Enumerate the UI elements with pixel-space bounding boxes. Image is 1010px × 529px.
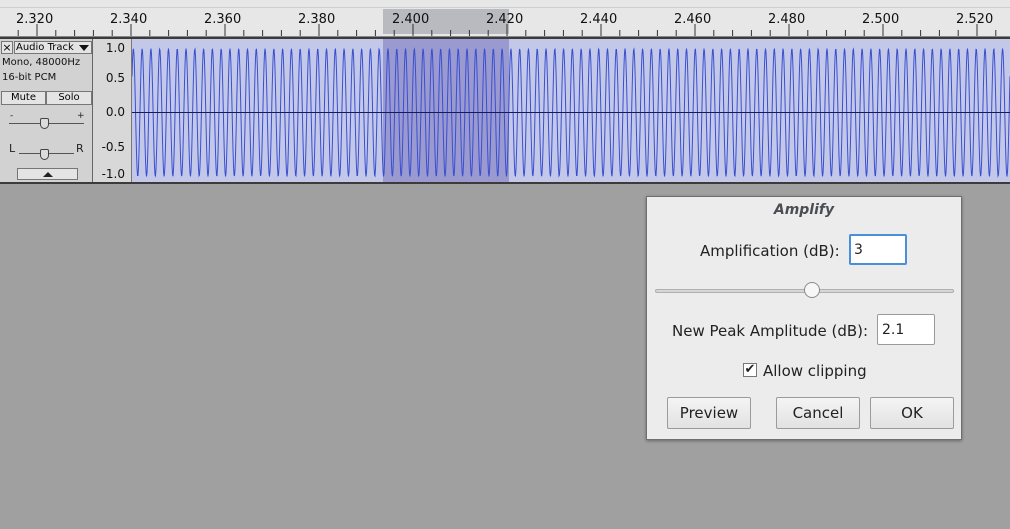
waveform-area[interactable] [132,39,1010,182]
new-peak-label: New Peak Amplitude (dB): [672,322,869,340]
amplitude-label: 0.0 [105,105,125,119]
pan-right-label: R [76,142,84,155]
gain-slider-thumb[interactable] [40,118,49,129]
track-name-label: Audio Track [16,42,74,53]
amplification-slider-thumb[interactable] [804,282,820,298]
cancel-button[interactable]: Cancel [776,397,860,429]
amplitude-label: 1.0 [105,41,125,55]
chevron-down-icon [79,45,89,51]
amplitude-label: -1.0 [101,167,125,181]
timeline-ruler[interactable]: 2.320 2.340 2.360 2.380 2.400 2.420 2.44… [0,0,1010,37]
pan-left-label: L [9,142,16,155]
amplification-label: Amplification (dB): [700,242,840,260]
chevron-up-icon [43,172,53,177]
amplitude-label: 0.5 [105,71,125,85]
preview-button[interactable]: Preview [667,397,751,429]
audio-track: × Audio Track Mono, 48000Hz 16-bit PCM M… [0,37,1010,184]
track-bit-depth: 16-bit PCM [2,72,57,83]
amplification-input[interactable] [849,234,907,265]
allow-clipping-checkbox[interactable]: ✔ [743,363,757,377]
amplitude-label: -0.5 [101,140,125,154]
new-peak-input[interactable] [877,314,935,345]
dialog-title: Amplify [773,202,835,218]
collapse-track-button[interactable] [17,168,78,180]
amplitude-ruler: 1.0 0.5 0.0 -0.5 -1.0 [93,39,132,182]
amplify-dialog: Amplify Amplification (dB): New Peak Amp… [646,196,962,440]
ok-button[interactable]: OK [870,397,954,429]
solo-button[interactable]: Solo [46,91,92,105]
track-control-panel: × Audio Track Mono, 48000Hz 16-bit PCM M… [0,39,93,182]
mute-button[interactable]: Mute [1,91,46,105]
pan-slider-thumb[interactable] [40,149,49,160]
waveform [132,39,1010,182]
gain-minus-label: - [10,111,14,121]
track-format-info: Mono, 48000Hz [2,57,81,68]
gain-plus-label: + [77,111,85,121]
track-close-button[interactable]: × [1,41,13,54]
allow-clipping-label[interactable]: Allow clipping [763,362,867,380]
track-name-menu[interactable]: Audio Track [14,41,92,54]
ruler-tick-marks [17,24,997,36]
